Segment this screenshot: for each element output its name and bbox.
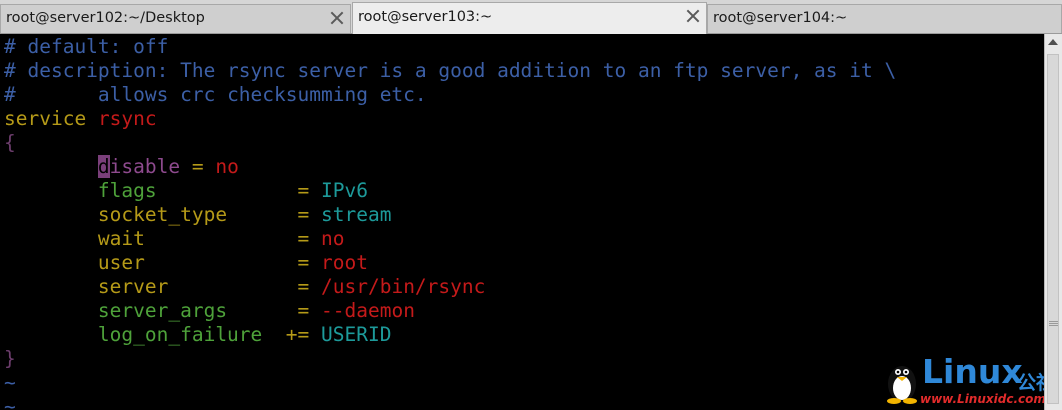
tab-bar: root@server102:~/Desktop root@server103:… xyxy=(0,0,1062,34)
tab-server103[interactable]: root@server103:~ xyxy=(352,2,707,34)
setting-line: user = root xyxy=(4,251,368,275)
tab-label: root@server103:~ xyxy=(358,9,493,25)
close-icon[interactable] xyxy=(686,9,699,22)
scrollbar[interactable] xyxy=(1044,34,1062,410)
terminal-line: # allows crc checksumming etc. xyxy=(4,83,427,107)
watermark-logo: Linux 公社 www.Linuxidc.com xyxy=(880,352,1044,406)
setting-value: --daemon xyxy=(321,299,415,322)
scrollbar-grip[interactable] xyxy=(1049,321,1058,322)
close-icon[interactable] xyxy=(330,11,343,24)
scrollbar-thumb[interactable] xyxy=(1047,54,1059,404)
setting-op: = xyxy=(297,275,310,298)
setting-line: wait = no xyxy=(4,227,345,251)
watermark-brand: Linux xyxy=(922,352,1023,391)
watermark-url: www.Linuxidc.com xyxy=(920,392,1044,406)
setting-value: root xyxy=(321,251,368,274)
setting-key: log_on_failure xyxy=(97,323,263,346)
setting-value: no xyxy=(215,155,239,178)
tilde-line: ~ xyxy=(4,395,16,410)
tab-server104[interactable]: root@server104:~ xyxy=(707,4,1062,33)
close-brace: } xyxy=(4,347,16,370)
setting-key: wait xyxy=(97,227,145,250)
scroll-up-icon[interactable] xyxy=(1048,39,1058,45)
setting-line: socket_type = stream xyxy=(4,203,392,227)
setting-key: flags xyxy=(97,179,157,202)
setting-key: server_args xyxy=(97,299,228,322)
terminal-line: # description: The rsync server is a goo… xyxy=(4,59,897,82)
setting-value: USERID xyxy=(321,323,392,346)
setting-line: flags = IPv6 xyxy=(4,179,368,203)
terminal-view[interactable]: # default: off # description: The rsync … xyxy=(0,34,1044,410)
text-cursor: d xyxy=(97,155,110,178)
setting-op: = xyxy=(297,179,310,202)
setting-line: server = /usr/bin/rsync xyxy=(4,275,485,299)
tab-label: root@server104:~ xyxy=(713,10,848,26)
setting-value: /usr/bin/rsync xyxy=(321,275,486,298)
tilde-line: ~ xyxy=(4,371,16,394)
setting-key: socket_type xyxy=(97,203,228,226)
setting-op: = xyxy=(191,155,204,178)
terminal-line: disable = no xyxy=(4,155,239,179)
comment-text: allows crc checksumming etc. xyxy=(15,83,427,106)
setting-value: IPv6 xyxy=(321,179,368,202)
watermark-chinese: 公社 xyxy=(1017,372,1044,394)
service-name: rsync xyxy=(97,107,157,130)
comment-hash: # xyxy=(4,83,16,106)
setting-key: isable xyxy=(109,155,181,178)
setting-key: user xyxy=(97,251,145,274)
setting-op: = xyxy=(297,251,310,274)
tab-server102[interactable]: root@server102:~/Desktop xyxy=(0,4,351,33)
tab-label: root@server102:~/Desktop xyxy=(6,10,205,26)
setting-op: = xyxy=(297,203,310,226)
setting-line: server_args = --daemon xyxy=(4,299,415,323)
tux-penguin-icon xyxy=(887,366,917,404)
terminal-line: service rsync xyxy=(4,107,157,131)
setting-key: server xyxy=(97,275,169,298)
setting-op: += xyxy=(285,323,310,346)
setting-line: log_on_failure += USERID xyxy=(4,323,392,347)
setting-value: no xyxy=(321,227,345,250)
terminal-line: # default: off xyxy=(4,35,169,58)
setting-op: = xyxy=(297,299,310,322)
setting-value: stream xyxy=(321,203,392,226)
setting-op: = xyxy=(297,227,310,250)
service-keyword: service xyxy=(4,107,87,130)
open-brace: { xyxy=(4,131,16,154)
